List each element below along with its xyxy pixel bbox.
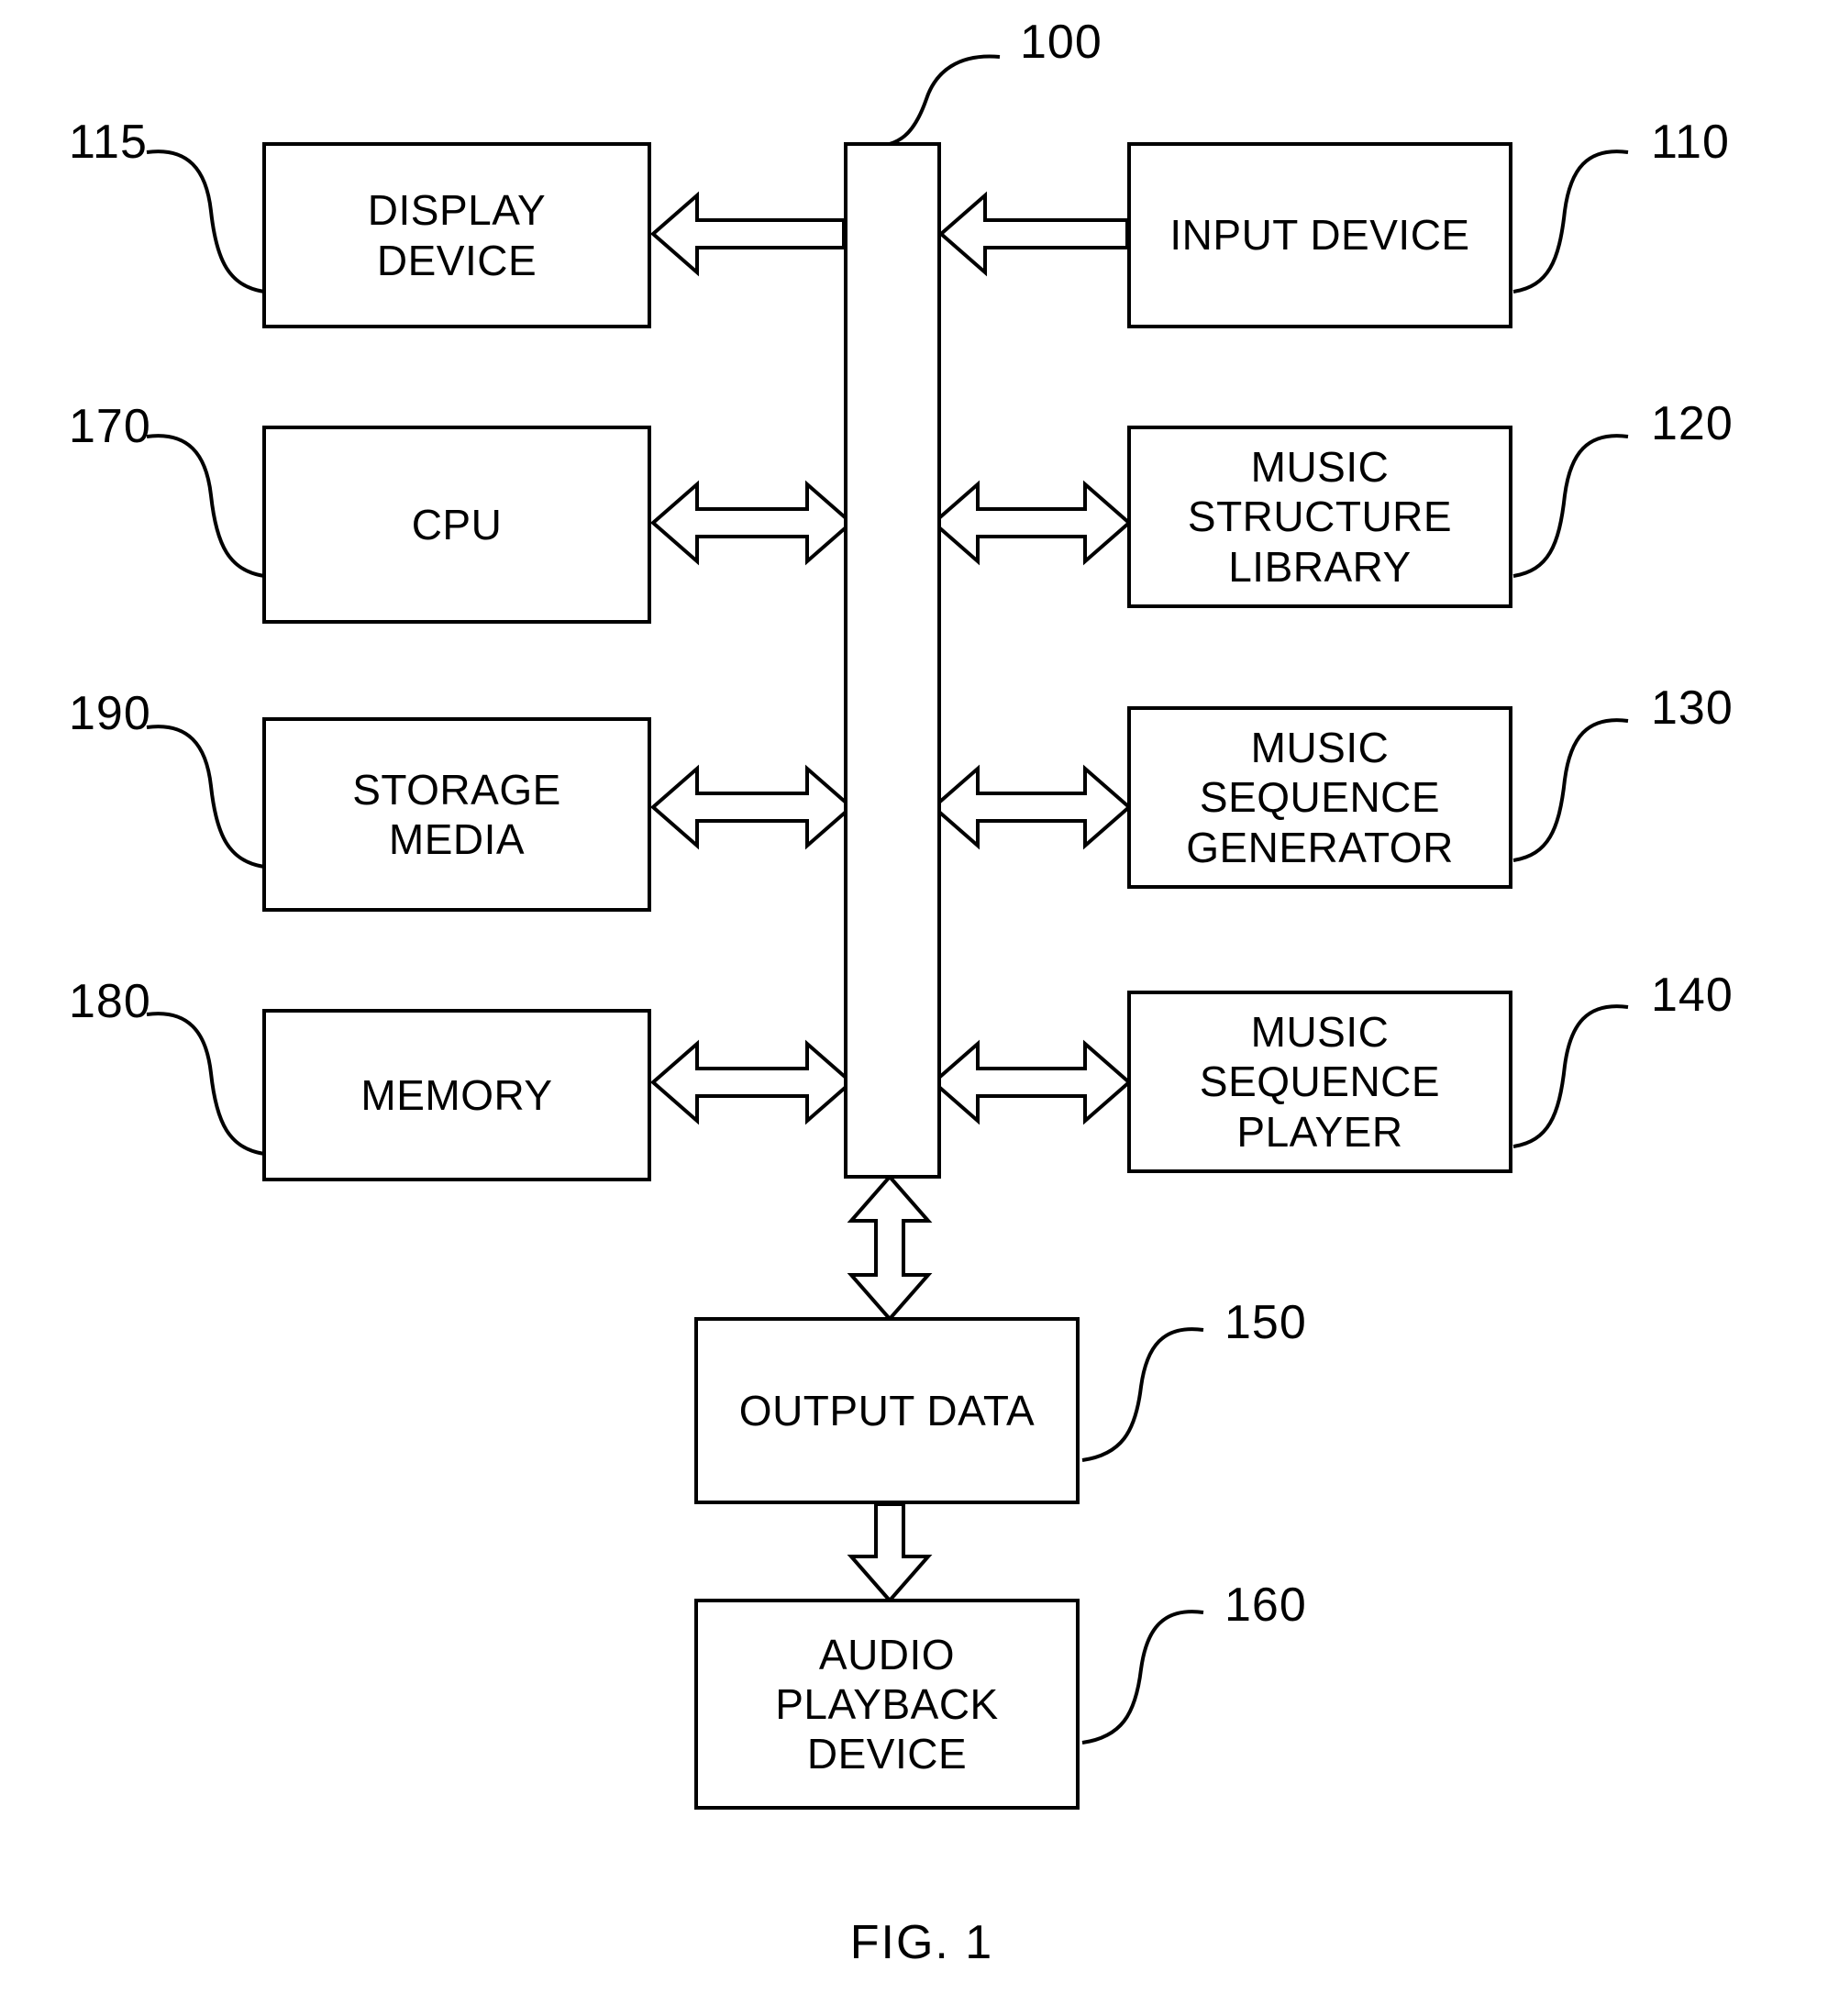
ref-numeral-180: 180 bbox=[69, 975, 151, 1028]
node-input-device[interactable]: INPUT DEVICE bbox=[1127, 142, 1512, 328]
ref-numeral-130: 130 bbox=[1651, 681, 1734, 735]
node-label-music-sequence-generator: MUSIC SEQUENCE GENERATOR bbox=[1186, 724, 1454, 871]
node-memory[interactable]: MEMORY bbox=[262, 1009, 651, 1181]
leader-100 bbox=[872, 54, 1001, 149]
leader-115 bbox=[146, 150, 265, 294]
leader-190 bbox=[146, 725, 265, 869]
ref-numeral-110: 110 bbox=[1651, 116, 1730, 169]
leader-160 bbox=[1081, 1610, 1204, 1745]
node-label-display-device: DISPLAY DEVICE bbox=[367, 186, 547, 284]
node-label-cpu: CPU bbox=[411, 500, 503, 548]
node-label-music-structure-library: MUSIC STRUCTURE LIBRARY bbox=[1187, 443, 1453, 591]
system-bus[interactable] bbox=[844, 142, 941, 1179]
ref-numeral-120: 120 bbox=[1651, 397, 1734, 450]
node-storage-media[interactable]: STORAGE MEDIA bbox=[262, 717, 651, 912]
node-label-music-sequence-player: MUSIC SEQUENCE PLAYER bbox=[1199, 1008, 1441, 1156]
ref-numeral-150: 150 bbox=[1224, 1296, 1307, 1349]
ref-numeral-160: 160 bbox=[1224, 1578, 1307, 1632]
node-audio-playback-device[interactable]: AUDIO PLAYBACK DEVICE bbox=[694, 1599, 1080, 1810]
node-cpu[interactable]: CPU bbox=[262, 426, 651, 624]
ref-numeral-100: 100 bbox=[1020, 16, 1102, 69]
ref-numeral-115: 115 bbox=[69, 116, 148, 169]
arrow-bus-music-structure-library bbox=[930, 480, 1133, 566]
ref-numeral-190: 190 bbox=[69, 687, 151, 740]
arrow-bus-output-data bbox=[847, 1173, 933, 1323]
node-label-memory: MEMORY bbox=[360, 1070, 553, 1119]
node-music-structure-library[interactable]: MUSIC STRUCTURE LIBRARY bbox=[1127, 426, 1512, 608]
node-label-storage-media: STORAGE MEDIA bbox=[352, 765, 561, 863]
arrow-bus-to-display bbox=[649, 191, 846, 277]
leader-150 bbox=[1081, 1327, 1204, 1462]
ref-numeral-170: 170 bbox=[69, 400, 151, 453]
node-display-device[interactable]: DISPLAY DEVICE bbox=[262, 142, 651, 328]
leader-120 bbox=[1512, 434, 1629, 578]
node-label-output-data: OUTPUT DATA bbox=[738, 1386, 1036, 1434]
arrow-output-data-to-audio-playback bbox=[847, 1502, 933, 1604]
arrow-memory-bus bbox=[649, 1039, 855, 1125]
leader-140 bbox=[1512, 1004, 1629, 1148]
patent-figure: DISPLAY DEVICE CPU STORAGE MEDIA MEMORY … bbox=[0, 0, 1839, 2016]
arrow-cpu-bus bbox=[649, 480, 855, 566]
node-label-audio-playback-device: AUDIO PLAYBACK DEVICE bbox=[775, 1630, 999, 1778]
arrow-bus-music-sequence-player bbox=[930, 1039, 1133, 1125]
node-label-input-device: INPUT DEVICE bbox=[1169, 211, 1470, 260]
leader-130 bbox=[1512, 718, 1629, 862]
node-music-sequence-generator[interactable]: MUSIC SEQUENCE GENERATOR bbox=[1127, 706, 1512, 889]
ref-numeral-140: 140 bbox=[1651, 969, 1734, 1022]
node-music-sequence-player[interactable]: MUSIC SEQUENCE PLAYER bbox=[1127, 991, 1512, 1173]
leader-110 bbox=[1512, 150, 1629, 294]
arrow-storage-media-bus bbox=[649, 764, 855, 850]
leader-170 bbox=[146, 434, 265, 578]
leader-180 bbox=[146, 1012, 265, 1156]
figure-caption: FIG. 1 bbox=[849, 1916, 994, 1969]
arrow-bus-music-sequence-generator bbox=[930, 764, 1133, 850]
node-output-data[interactable]: OUTPUT DATA bbox=[694, 1317, 1080, 1504]
arrow-input-to-bus bbox=[937, 191, 1129, 277]
